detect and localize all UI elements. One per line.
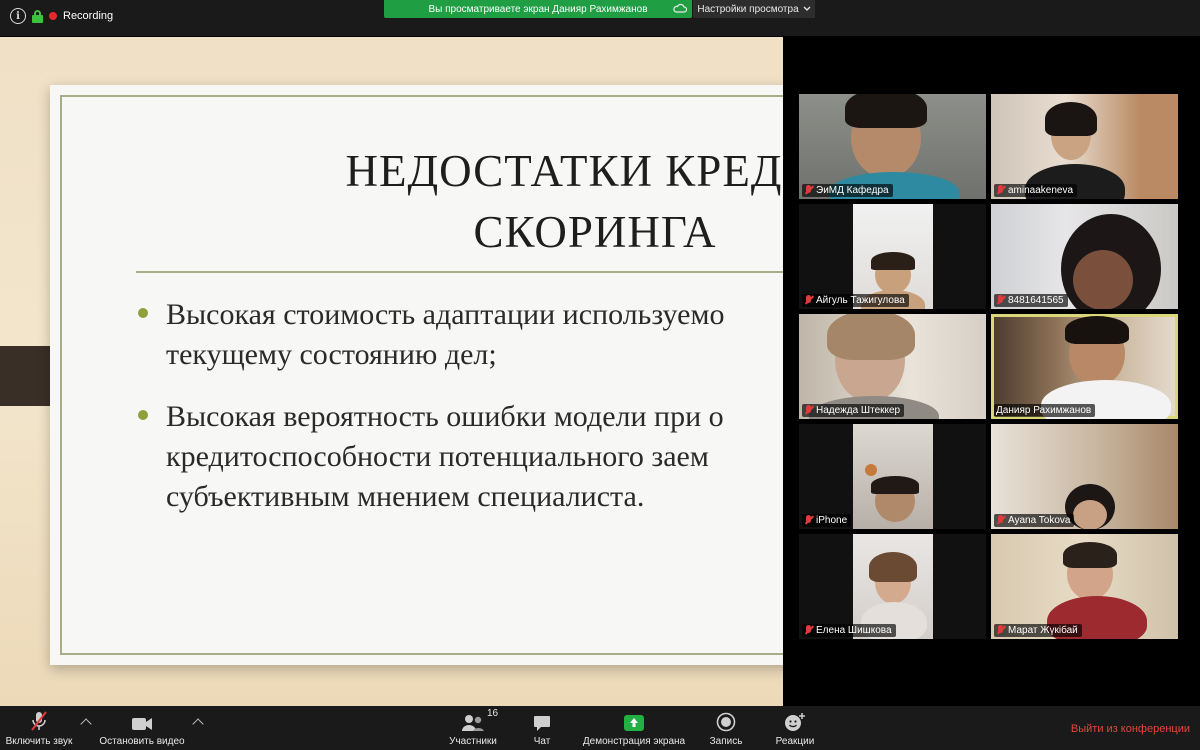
chat-button[interactable]: Чат [528, 710, 556, 747]
participant-tile[interactable]: iPhone [799, 424, 986, 529]
participant-tile[interactable]: Елена Шишкова [799, 534, 986, 639]
muted-mic-icon [804, 295, 813, 306]
participants-button[interactable]: 16 Участники [446, 708, 500, 747]
muted-mic-icon [804, 185, 813, 196]
participant-name-tag: aminaakeneva [994, 184, 1078, 197]
slide-bullet: Высокая стоимость адаптации используемо … [136, 295, 783, 375]
stop-video-label: Остановить видео [99, 736, 185, 747]
meeting-toolbar: Включить звук Остановить видео 16 Участн… [0, 706, 1200, 750]
reactions-label: Реакции [775, 736, 815, 747]
share-screen-button[interactable]: Демонстрация экрана [578, 710, 690, 747]
video-camera-icon [131, 710, 153, 732]
muted-mic-icon [804, 625, 813, 636]
record-icon [716, 710, 736, 732]
participants-label: Участники [449, 736, 497, 747]
cloud-icon[interactable] [673, 2, 687, 14]
muted-mic-icon [996, 625, 1005, 636]
slide-title: НЕДОСТАТКИ КРЕДИТ СКОРИНГА [50, 141, 784, 263]
view-settings-button[interactable]: Настройки просмотра [693, 0, 815, 18]
participant-tile[interactable]: Надежда Штеккер [799, 314, 986, 419]
meeting-top-bar: i Recording Вы просматриваете экран Дани… [0, 0, 1200, 36]
meeting-status: i Recording [10, 8, 113, 24]
video-options-chevron-icon[interactable] [192, 718, 204, 730]
unmute-button[interactable]: Включить звук [4, 710, 74, 747]
record-label: Запись [709, 736, 743, 747]
screen-share-banner-text: Вы просматриваете экран Данияр Рахимжано… [428, 3, 648, 15]
participant-tile[interactable]: Ayana Tokova [991, 424, 1178, 529]
audio-options-chevron-icon[interactable] [80, 718, 92, 730]
lock-icon[interactable] [32, 9, 43, 23]
recording-dot-icon [49, 12, 57, 20]
slide-title-line-1: НЕДОСТАТКИ КРЕДИТ [345, 146, 784, 196]
muted-mic-icon [996, 185, 1005, 196]
presentation-slide: НЕДОСТАТКИ КРЕДИТ СКОРИНГА Высокая стоим… [50, 85, 783, 665]
slide-bullet-list: Высокая стоимость адаптации используемо … [136, 295, 783, 539]
share-screen-icon [623, 710, 645, 732]
participants-count: 16 [487, 708, 499, 719]
participant-name-tag: Марат Жүкібай [994, 624, 1082, 637]
participant-name-tag: Елена Шишкова [802, 624, 896, 637]
participant-name-tag: Надежда Штеккер [802, 404, 905, 417]
record-button[interactable]: Запись [706, 710, 746, 747]
chat-label: Чат [533, 736, 551, 747]
share-screen-label: Демонстрация экрана [582, 736, 686, 747]
participant-tile[interactable]: Марат Жүкібай [991, 534, 1178, 639]
participant-name-tag: 8481641565 [994, 294, 1068, 307]
view-settings-label: Настройки просмотра [697, 3, 799, 15]
slide-divider [136, 271, 783, 273]
participant-tile[interactable]: aminaakeneva [991, 94, 1178, 199]
muted-microphone-icon [29, 710, 49, 732]
muted-mic-icon [996, 515, 1005, 526]
muted-mic-icon [804, 515, 813, 526]
chat-bubble-icon [533, 710, 551, 732]
screen-share-banner: Вы просматриваете экран Данияр Рахимжано… [384, 0, 692, 18]
leave-meeting-button[interactable]: Выйти из конференции [1071, 723, 1190, 735]
participant-tile-active-speaker[interactable]: Данияр Рахимжанов [991, 314, 1178, 419]
smiley-plus-icon [784, 710, 806, 732]
participant-tile[interactable]: Айгуль Тажигулова [799, 204, 986, 309]
slide-bullet: Высокая вероятность ошибки модели при о … [136, 397, 783, 517]
participant-name-tag: Ayana Tokova [994, 514, 1075, 527]
muted-mic-icon [996, 295, 1005, 306]
video-gallery: ЭиМД Кафедра aminaakeneva Айгуль Тажигул… [783, 37, 1200, 706]
participant-tile[interactable]: 8481641565 [991, 204, 1178, 309]
participant-name-tag: Айгуль Тажигулова [802, 294, 909, 307]
slide-title-line-2: СКОРИНГА [473, 207, 717, 257]
info-icon[interactable]: i [10, 8, 26, 24]
muted-mic-icon [804, 405, 813, 416]
reactions-button[interactable]: Реакции [770, 710, 820, 747]
participants-icon: 16 [461, 708, 498, 732]
recording-label: Recording [63, 10, 114, 22]
chevron-down-icon [803, 6, 811, 11]
stop-video-button[interactable]: Остановить видео [96, 710, 188, 747]
unmute-label: Включить звук [5, 736, 73, 747]
participant-name-tag: ЭиМД Кафедра [802, 184, 893, 197]
shared-screen: НЕДОСТАТКИ КРЕДИТ СКОРИНГА Высокая стоим… [0, 37, 783, 706]
participant-tile[interactable]: ЭиМД Кафедра [799, 94, 986, 199]
participant-name-tag: iPhone [802, 514, 852, 527]
participant-name-tag: Данияр Рахимжанов [994, 404, 1096, 417]
